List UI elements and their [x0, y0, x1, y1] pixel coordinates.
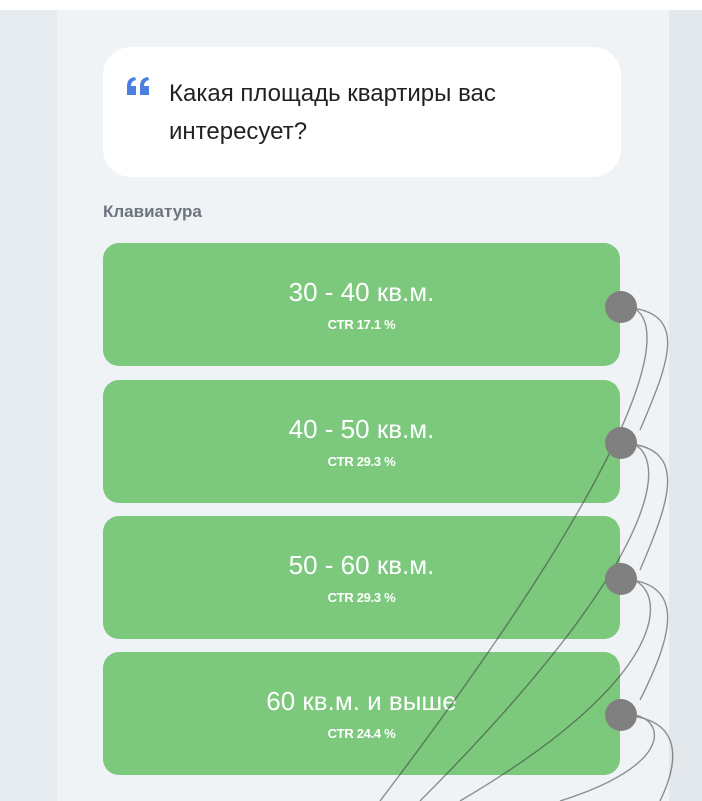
button-label: 50 - 60 кв.м.	[288, 550, 435, 580]
connection-handle[interactable]	[605, 427, 637, 459]
keyboard-button-40-50[interactable]: 40 - 50 кв.м. CTR 29.3 %	[103, 380, 620, 503]
button-ctr: CTR 29.3 %	[327, 454, 396, 469]
question-card[interactable]: Какая площадь квартиры вас интересует?	[103, 47, 621, 177]
right-canvas-strip	[669, 10, 702, 801]
question-text: Какая площадь квартиры вас интересует?	[169, 80, 496, 145]
keyboard-label: Клавиатура	[103, 202, 202, 221]
button-ctr: CTR 17.1 %	[327, 317, 396, 332]
connection-handle[interactable]	[605, 699, 637, 731]
keyboard-button-50-60[interactable]: 50 - 60 кв.м. CTR 29.3 %	[103, 516, 620, 639]
button-label: 30 - 40 кв.м.	[288, 277, 435, 307]
button-ctr: CTR 24.4 %	[327, 726, 396, 741]
keyboard-button-30-40[interactable]: 30 - 40 кв.м. CTR 17.1 %	[103, 243, 620, 366]
connection-handle[interactable]	[605, 291, 637, 323]
button-label: 60 кв.м. и выше	[266, 686, 457, 716]
button-label: 40 - 50 кв.м.	[288, 414, 435, 444]
button-ctr: CTR 29.3 %	[327, 590, 396, 605]
connection-handle[interactable]	[605, 563, 637, 595]
left-sidebar	[0, 10, 57, 801]
quote-icon	[125, 75, 151, 102]
keyboard-button-60-plus[interactable]: 60 кв.м. и выше CTR 24.4 %	[103, 652, 620, 775]
